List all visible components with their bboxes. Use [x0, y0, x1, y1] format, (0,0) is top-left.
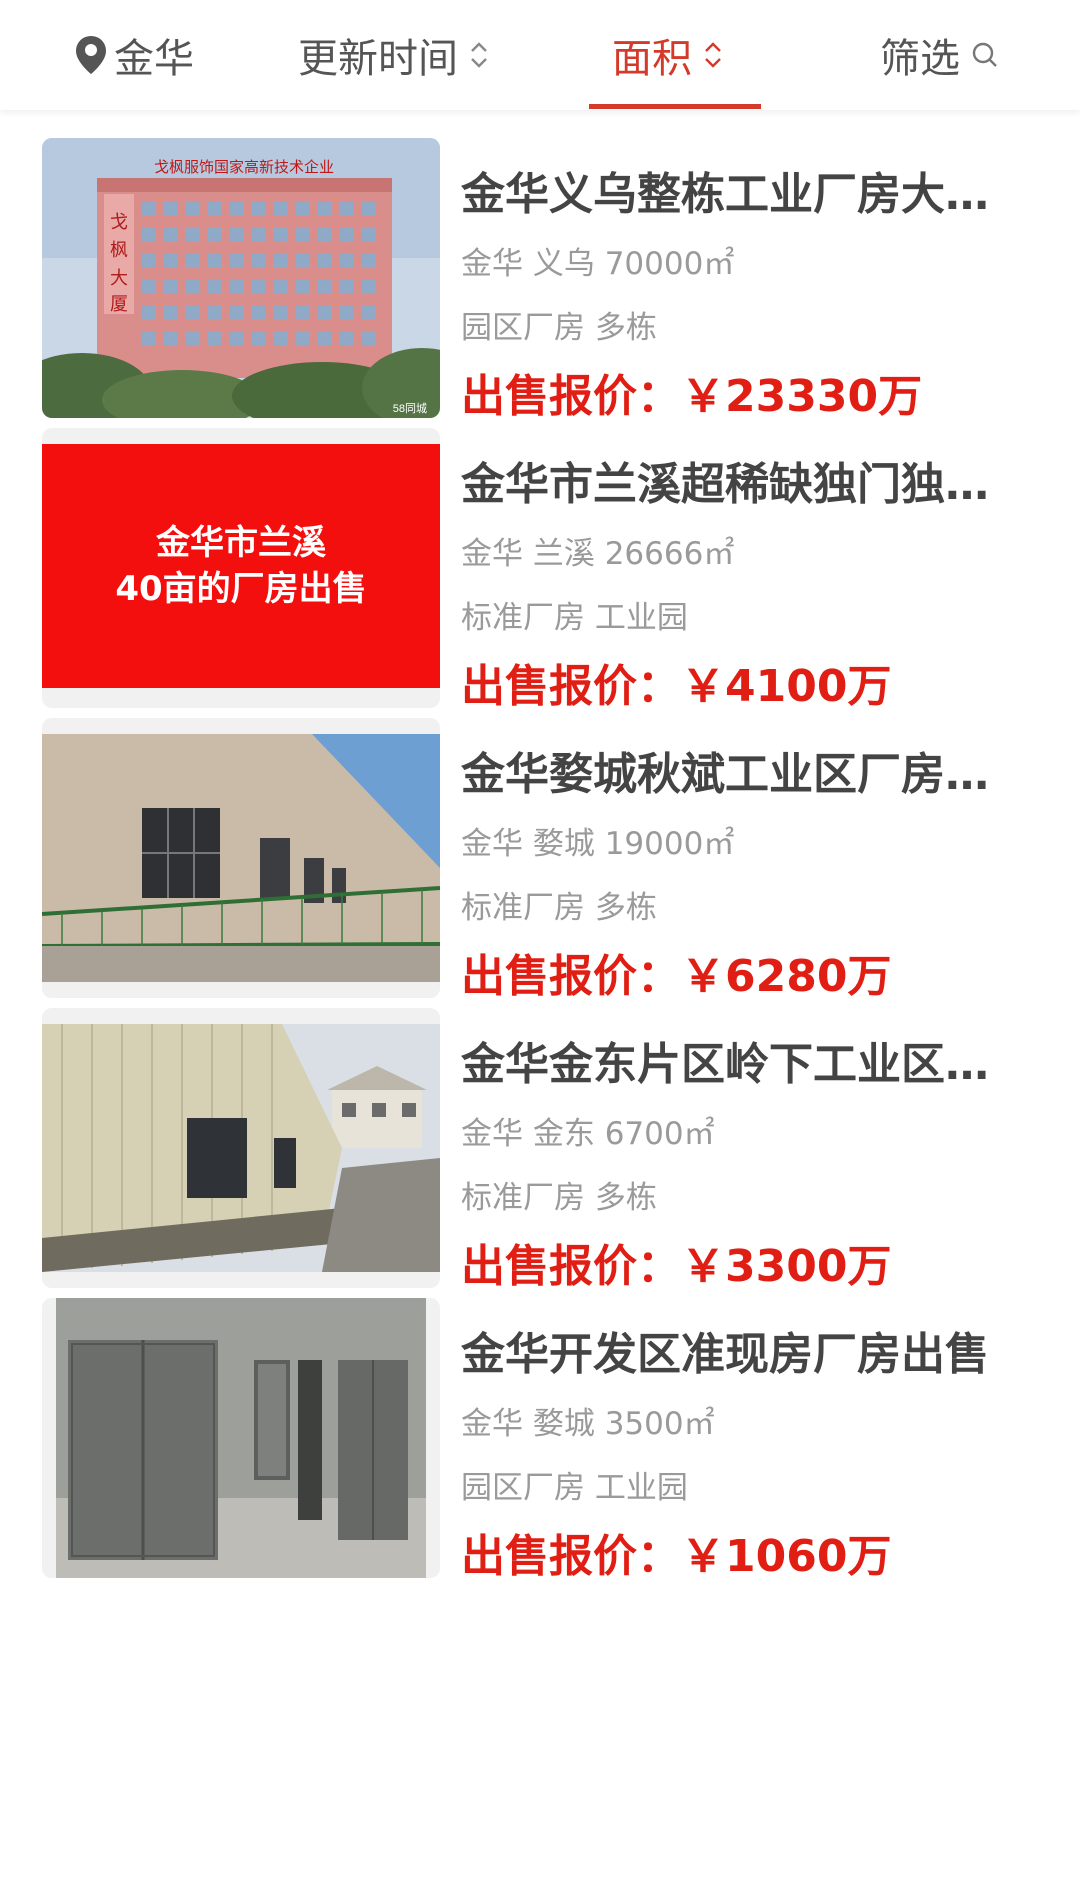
listing-image	[42, 718, 440, 998]
listing-tags: 标准厂房 多栋	[461, 890, 657, 926]
listing-image	[42, 1008, 440, 1288]
listing-location-area: 金华 义乌 70000㎡	[461, 246, 735, 282]
listing-title: 金华婺城秋斌工业区厂房…	[461, 749, 989, 800]
area-label: 面积	[612, 36, 692, 82]
sort-update-time-button[interactable]: 更新时间	[298, 0, 490, 110]
filter-button[interactable]: 筛选	[880, 0, 1000, 110]
location-pin-icon	[76, 36, 106, 74]
location-selector[interactable]: 金华	[74, 0, 194, 110]
location-label: 金华	[114, 36, 194, 82]
listing-location-area: 金华 婺城 19000㎡	[461, 826, 735, 862]
listing-location-area: 金华 兰溪 26666㎡	[461, 536, 735, 572]
listing-title: 金华市兰溪超稀缺独门独…	[461, 459, 989, 510]
concrete-doors-photo	[42, 1298, 440, 1578]
listing-price: 出售报价：￥1060万	[461, 1531, 892, 1582]
listing-tags: 标准厂房 工业园	[461, 600, 688, 636]
update-time-label: 更新时间	[298, 36, 458, 82]
active-tab-indicator	[589, 104, 761, 109]
office-building-photo: 戈 枫 大 厦 戈枫服饰国家高新技术企业 58同城	[42, 138, 440, 418]
listing-tags: 园区厂房 多栋	[461, 310, 657, 346]
red-text-banner: 金华市兰溪 40亩的厂房出售	[42, 444, 440, 688]
listing-title: 金华开发区准现房厂房出售	[461, 1329, 989, 1380]
metal-shed-photo	[42, 1008, 440, 1288]
svg-text:厦: 厦	[110, 294, 128, 314]
svg-text:大: 大	[110, 268, 128, 288]
factory-wall-photo	[42, 718, 440, 998]
search-icon	[972, 42, 997, 67]
svg-text:戈: 戈	[110, 212, 128, 232]
filter-label: 筛选	[880, 36, 960, 82]
listing-card[interactable]: 金华开发区准现房厂房出售 金华 婺城 3500㎡ 园区厂房 工业园 出售报价：￥…	[0, 1270, 1080, 1618]
sort-arrows-icon	[471, 42, 487, 68]
listing-location-area: 金华 婺城 3500㎡	[461, 1406, 715, 1442]
listing-title: 金华金东片区岭下工业区…	[461, 1039, 989, 1090]
banner-line-1: 金华市兰溪	[156, 523, 326, 563]
svg-text:戈枫服饰国家高新技术企业: 戈枫服饰国家高新技术企业	[154, 158, 334, 176]
listing-location-area: 金华 金东 6700㎡	[461, 1116, 715, 1152]
sort-arrows-icon	[705, 42, 721, 68]
sort-area-button[interactable]: 面积	[612, 0, 724, 110]
svg-text:枫: 枫	[110, 240, 128, 260]
listing-tags: 标准厂房 多栋	[461, 1180, 657, 1216]
banner-line-2: 40亩的厂房出售	[115, 569, 367, 609]
listing-image: 戈 枫 大 厦 戈枫服饰国家高新技术企业 58同城	[42, 138, 440, 418]
listing-tags: 园区厂房 工业园	[461, 1470, 688, 1506]
listing-image: 金华市兰溪 40亩的厂房出售	[42, 428, 440, 708]
listing-title: 金华义乌整栋工业厂房大…	[461, 169, 989, 220]
listing-image	[42, 1298, 440, 1578]
filter-bar: 金华 更新时间 面积 筛选	[0, 0, 1080, 110]
